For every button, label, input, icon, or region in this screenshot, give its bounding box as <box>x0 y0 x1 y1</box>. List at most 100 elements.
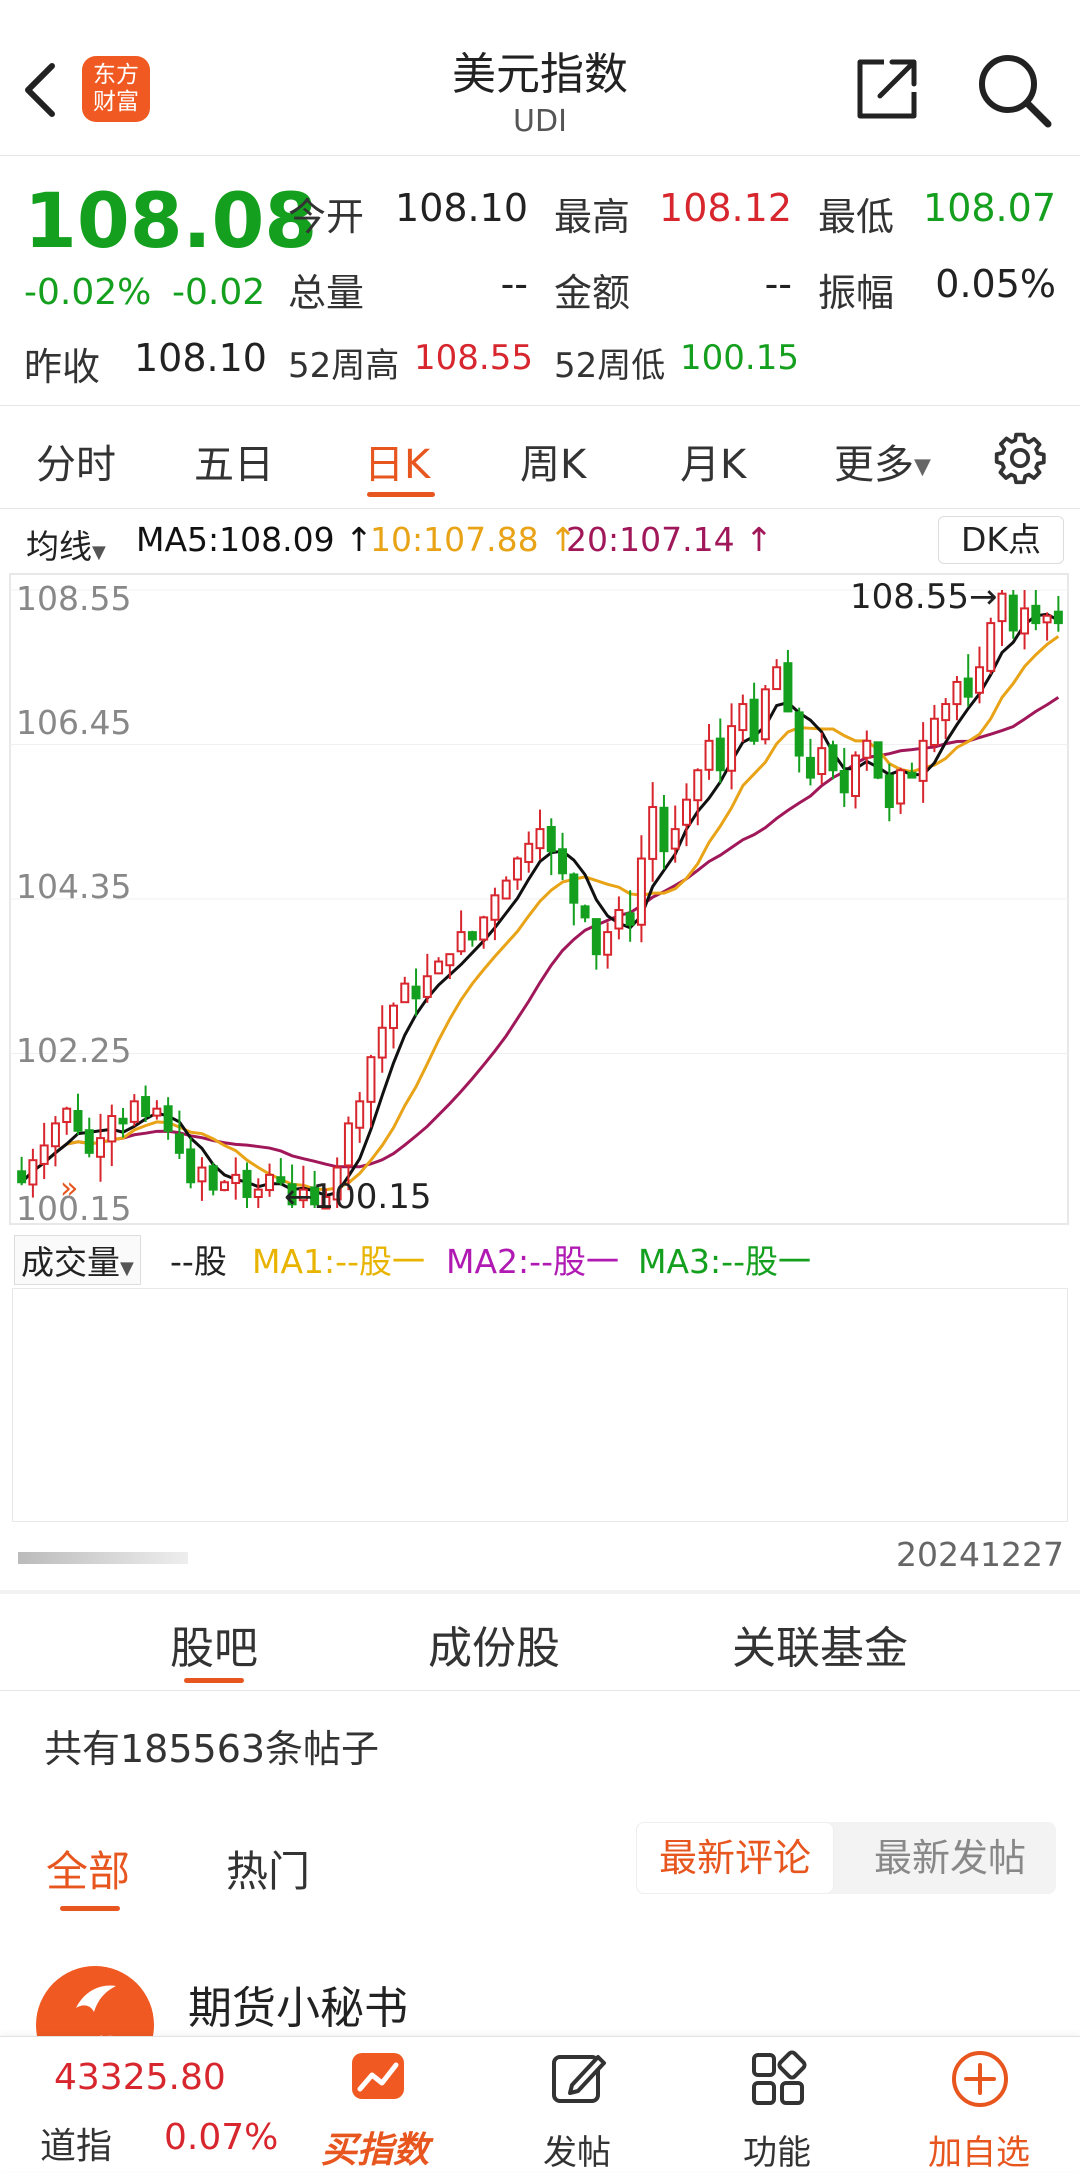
index-ticker-change[interactable]: 0.07% <box>164 2117 278 2158</box>
candle-body <box>152 1107 162 1117</box>
tab-five-day[interactable]: 五日 <box>194 432 274 490</box>
add-watchlist-button[interactable]: 加自选 <box>904 2037 1054 2173</box>
candle-body <box>749 698 759 742</box>
tab-intraday[interactable]: 分时 <box>36 432 116 490</box>
functions-button[interactable]: 功能 <box>702 2037 852 2173</box>
candle-body <box>434 960 444 975</box>
candle-body <box>659 806 669 853</box>
volume-selector[interactable]: 成交量▼ <box>14 1235 141 1285</box>
search-icon[interactable] <box>974 50 1054 130</box>
post-username[interactable]: 期货小秘书 <box>188 1972 408 2036</box>
post-button[interactable]: 发帖 <box>502 2037 652 2173</box>
header-bar: 东方 财富 美元指数 UDI <box>0 0 1080 156</box>
candle-body <box>760 688 770 741</box>
index-ticker-value[interactable]: 43325.80 <box>54 2057 226 2098</box>
candle-body <box>805 756 815 779</box>
app-logo: 东方 财富 <box>82 56 150 122</box>
divider <box>0 508 1080 509</box>
candle-body <box>1020 607 1030 635</box>
candle-body <box>603 931 613 956</box>
candle-body <box>794 711 804 757</box>
index-ticker-name[interactable]: 道指 <box>40 2117 112 2169</box>
min-price-label: ←100.15 <box>284 1177 431 1217</box>
back-arrow-icon[interactable] <box>20 60 60 120</box>
ma20-text: 20:107.14 <box>566 520 735 559</box>
volume-label: 总量 <box>288 271 365 315</box>
volume-unit: --股 <box>170 1242 227 1281</box>
bottom-toolbar: 43325.80 道指 0.07% 买指数 发帖 功能 加自选 <box>0 2036 1080 2173</box>
wk52-low-label: 52周低 <box>554 346 666 386</box>
share-icon[interactable] <box>854 56 920 122</box>
prev-close-value: 108.10 <box>134 336 267 380</box>
candle-body <box>231 1173 241 1185</box>
candle-body <box>783 662 793 713</box>
change-value: -0.02 <box>172 272 266 313</box>
y-tick-label: 106.45 <box>16 703 131 742</box>
tab-monthly-k[interactable]: 月K <box>680 432 746 490</box>
bird-logo-icon <box>76 1985 116 2012</box>
tab-forum[interactable]: 股吧 <box>170 1612 258 1676</box>
candle-body <box>265 1173 275 1192</box>
candle-body <box>591 918 601 956</box>
candle-body <box>974 666 984 694</box>
candle-body <box>682 798 691 826</box>
last-price: 108.08 <box>24 176 318 265</box>
sort-latest-post[interactable]: 最新发帖 <box>850 1822 1050 1894</box>
open-value: 108.10 <box>395 186 528 230</box>
candlestick-chart[interactable]: 108.55 106.45 104.35 102.25 100.15 108.5… <box>0 568 1080 1228</box>
candle-body <box>343 1122 353 1167</box>
divider <box>0 1690 1080 1691</box>
settings-gear-icon[interactable] <box>992 430 1048 486</box>
candle-body <box>186 1148 196 1184</box>
volume-chart-area[interactable] <box>12 1288 1068 1522</box>
ma5-line <box>20 612 1060 1198</box>
tab-more[interactable]: 更多▼ <box>834 432 931 490</box>
min-price-value: 100.15 <box>313 1177 432 1217</box>
amplitude-label: 振幅 <box>818 271 895 315</box>
candle-body <box>693 769 703 802</box>
candle-body <box>727 725 737 772</box>
sort-toggle: 最新评论 最新发帖 <box>636 1822 1056 1894</box>
candle-body <box>941 703 951 722</box>
candle-body <box>1008 594 1018 632</box>
candle-body <box>625 912 635 926</box>
tab-constituents[interactable]: 成份股 <box>428 1612 560 1676</box>
ma-selector[interactable]: 均线▼ <box>26 520 106 568</box>
amount-value: -- <box>764 262 792 306</box>
tab-related-funds[interactable]: 关联基金 <box>732 1612 908 1676</box>
candle-body <box>197 1166 207 1183</box>
low-value: 108.07 <box>923 186 1056 230</box>
up-arrow-icon: ↑ <box>345 520 373 559</box>
candle-body <box>918 739 928 782</box>
candle-body <box>490 894 500 921</box>
amplitude-value: 0.05% <box>935 262 1056 306</box>
candle-body <box>479 916 489 941</box>
candle-body <box>569 873 579 904</box>
candle-body <box>929 717 939 746</box>
candle-body <box>580 905 590 919</box>
wk52-low-value: 100.15 <box>680 338 799 378</box>
tab-weekly-k[interactable]: 周K <box>520 432 586 490</box>
sort-latest-comment[interactable]: 最新评论 <box>636 1822 834 1894</box>
candle-body <box>636 857 646 926</box>
candle-body <box>862 739 872 759</box>
logo-line2: 财富 <box>93 89 139 115</box>
edit-post-icon <box>552 2055 606 2103</box>
tab-more-label: 更多 <box>834 442 914 488</box>
buy-index-button[interactable]: 买指数 <box>300 2037 450 2171</box>
add-circle-icon <box>952 2051 1008 2107</box>
filter-hot[interactable]: 热门 <box>226 1838 310 1899</box>
add-watchlist-label: 加自选 <box>928 2133 1030 2173</box>
active-filter-indicator <box>60 1906 120 1911</box>
candle-body <box>118 1117 128 1125</box>
dk-point-button[interactable]: DK点 <box>938 516 1064 564</box>
low-label: 最低 <box>818 195 895 239</box>
max-price-label: 108.55→ <box>850 577 997 617</box>
wk52-high-value: 108.55 <box>414 338 533 378</box>
open-label: 今开 <box>288 195 365 239</box>
candle-body <box>355 1100 365 1129</box>
filter-all[interactable]: 全部 <box>46 1838 130 1899</box>
tab-daily-k[interactable]: 日K <box>364 432 430 490</box>
candle-body <box>715 737 725 772</box>
candle-body <box>219 1181 229 1192</box>
